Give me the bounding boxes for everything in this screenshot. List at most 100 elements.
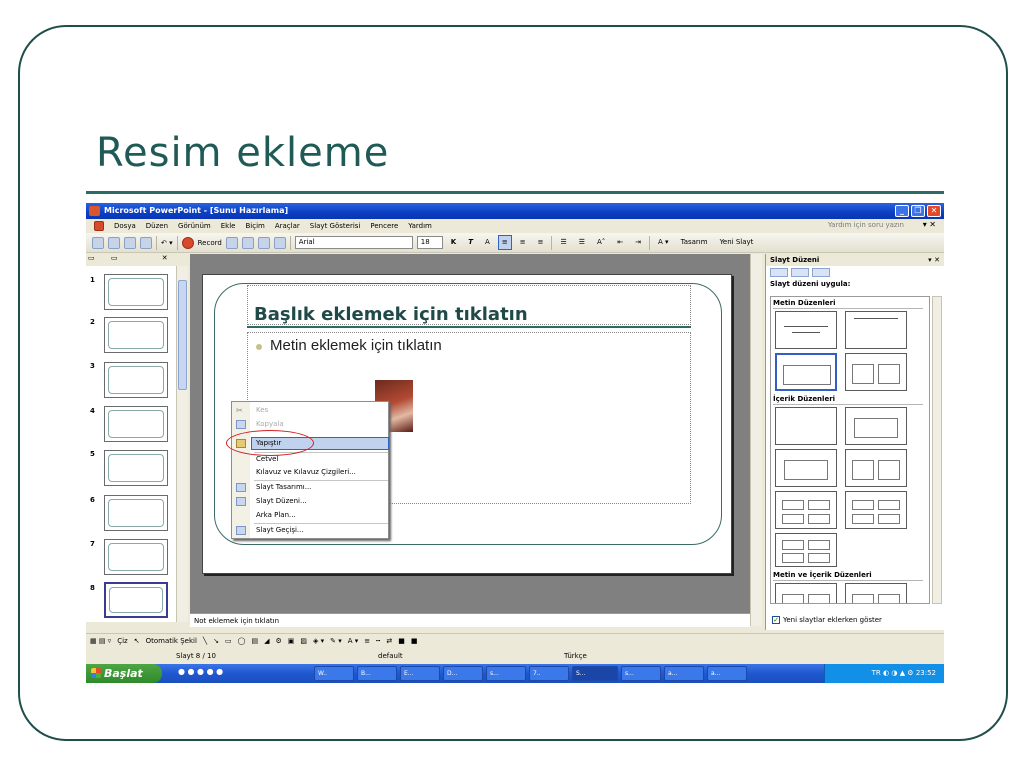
menu-ekle[interactable]: Ekle bbox=[221, 222, 236, 230]
editor-scrollbar[interactable] bbox=[750, 254, 762, 626]
diagram-icon[interactable]: ⚙ bbox=[275, 637, 281, 645]
slide-thumbnail-selected[interactable] bbox=[104, 582, 168, 618]
copy-icon[interactable] bbox=[124, 236, 136, 249]
notes-pane[interactable]: Not eklemek için tıklatın bbox=[190, 613, 750, 627]
taskbar-button[interactable]: a... bbox=[664, 666, 704, 681]
arrow-style-icon[interactable]: ⇄ bbox=[386, 637, 392, 645]
taskbar-button[interactable]: W.. bbox=[314, 666, 354, 681]
panel-close-icon[interactable]: ✕ bbox=[162, 254, 168, 262]
forward-icon[interactable] bbox=[791, 268, 809, 277]
taskbar-button[interactable]: B... bbox=[357, 666, 397, 681]
rectangle-icon[interactable]: ▭ bbox=[225, 637, 232, 645]
layout-content-grid[interactable] bbox=[775, 533, 837, 567]
picture-icon[interactable]: ▨ bbox=[300, 637, 307, 645]
layout-two-column-text[interactable] bbox=[845, 353, 907, 391]
3d-style-icon[interactable]: ■ bbox=[411, 637, 418, 645]
show-on-insert-option[interactable]: ✓ Yeni slaytlar eklerken göster bbox=[772, 616, 882, 624]
menu-gorunum[interactable]: Görünüm bbox=[178, 222, 211, 230]
line-style-icon[interactable]: ≡ bbox=[364, 637, 370, 645]
document-close-icon[interactable]: ▾ ✕ bbox=[923, 220, 936, 229]
taskbar-button-active[interactable]: S... bbox=[572, 666, 618, 681]
taskbar-button[interactable]: E... bbox=[400, 666, 440, 681]
font-select[interactable]: Arial bbox=[294, 236, 413, 249]
autoshapes-menu[interactable]: Otomatik Şekil bbox=[146, 637, 197, 645]
home-icon[interactable] bbox=[812, 268, 830, 277]
slide-thumbnail[interactable] bbox=[104, 362, 168, 398]
title-placeholder[interactable]: Başlık eklemek için tıklatın bbox=[247, 285, 691, 325]
layout-content[interactable] bbox=[845, 407, 907, 445]
menu-item-slide-transition[interactable]: Slayt Geçişi... bbox=[256, 525, 304, 536]
select-objects-icon[interactable]: ↖ bbox=[134, 637, 140, 645]
design-button[interactable]: Tasarım bbox=[677, 235, 712, 250]
quick-launch-icons[interactable]: ● ● ● ● ● bbox=[178, 667, 223, 676]
menu-item-slide-layout[interactable]: Slayt Düzeni... bbox=[256, 496, 307, 507]
slide-thumbnail[interactable] bbox=[104, 450, 168, 486]
restore-button[interactable]: ❐ bbox=[911, 205, 925, 217]
font-color-icon[interactable]: A ▾ bbox=[654, 235, 673, 250]
paste-icon[interactable] bbox=[140, 236, 152, 249]
align-right-icon[interactable]: ≡ bbox=[534, 235, 548, 250]
layout-four-content[interactable] bbox=[775, 491, 837, 529]
layout-text-content[interactable] bbox=[775, 583, 837, 603]
shadow-style-icon[interactable]: ■ bbox=[398, 637, 405, 645]
tab-slides[interactable]: ▭ bbox=[111, 254, 118, 262]
insert-table-icon[interactable] bbox=[241, 236, 254, 249]
grid-icon[interactable] bbox=[257, 236, 270, 249]
line-color-icon[interactable]: ✎ ▾ bbox=[330, 637, 342, 645]
thumbnails-scrollbar[interactable] bbox=[176, 266, 188, 622]
menu-araclar[interactable]: Araçlar bbox=[275, 222, 300, 230]
indent-decrease-icon[interactable]: ⇤ bbox=[613, 235, 627, 250]
dash-style-icon[interactable]: ┅ bbox=[376, 637, 380, 645]
arrow-icon[interactable]: ↘ bbox=[213, 637, 219, 645]
slide-thumbnail[interactable] bbox=[104, 495, 168, 531]
textbox-icon[interactable]: ▤ bbox=[251, 637, 258, 645]
menu-slayt-gosterisi[interactable]: Slayt Gösterisi bbox=[310, 222, 361, 230]
line-icon[interactable]: ╲ bbox=[203, 637, 207, 645]
slide-thumbnail[interactable] bbox=[104, 317, 168, 353]
taskbar-button[interactable]: a... bbox=[707, 666, 747, 681]
oval-icon[interactable]: ◯ bbox=[238, 637, 246, 645]
bold-button[interactable]: K bbox=[447, 235, 460, 250]
clipart-icon[interactable]: ▣ bbox=[288, 637, 295, 645]
taskbar-button[interactable]: D... bbox=[443, 666, 483, 681]
task-pane-close-icon[interactable]: ▾ ✕ bbox=[928, 254, 940, 266]
slide-thumbnail[interactable] bbox=[104, 406, 168, 442]
numbering-icon[interactable]: ☰ bbox=[556, 235, 570, 250]
menu-item-guides[interactable]: Kılavuz ve Kılavuz Çizgileri... bbox=[256, 467, 356, 478]
font-size-select[interactable]: 18 bbox=[416, 236, 443, 249]
menu-item-copy[interactable]: Kopyala bbox=[256, 419, 284, 430]
menu-pencere[interactable]: Pencere bbox=[370, 222, 398, 230]
start-button[interactable]: Başlat bbox=[86, 664, 162, 683]
menu-bicim[interactable]: Biçim bbox=[245, 222, 264, 230]
menu-dosya[interactable]: Dosya bbox=[114, 222, 136, 230]
slide-thumbnail[interactable] bbox=[104, 539, 168, 575]
help-search-box[interactable]: Yardım için soru yazın bbox=[828, 221, 904, 229]
scrollbar-thumb[interactable] bbox=[178, 280, 187, 390]
record-button[interactable]: Record bbox=[198, 239, 222, 247]
slide-thumbnail[interactable] bbox=[104, 274, 168, 310]
menu-yardim[interactable]: Yardım bbox=[408, 222, 432, 230]
language-indicator[interactable]: TR bbox=[872, 669, 881, 677]
font-grow-icon[interactable]: A˄ bbox=[593, 235, 609, 250]
menu-item-cut[interactable]: Kes bbox=[256, 405, 268, 416]
fill-color-icon[interactable]: ◈ ▾ bbox=[313, 637, 324, 645]
new-icon[interactable] bbox=[92, 236, 104, 249]
help-icon[interactable] bbox=[273, 236, 286, 249]
minimize-button[interactable]: _ bbox=[895, 205, 909, 217]
undo-icon[interactable]: ↶ ▾ bbox=[161, 239, 173, 247]
menu-item-slide-design[interactable]: Slayt Tasarımı... bbox=[256, 482, 311, 493]
layout-title-content[interactable] bbox=[775, 449, 837, 487]
taskbar-button[interactable]: s... bbox=[486, 666, 526, 681]
italic-button[interactable]: T bbox=[464, 235, 477, 250]
save-icon[interactable] bbox=[108, 236, 120, 249]
show-on-insert-checkbox[interactable]: ✓ bbox=[772, 616, 780, 624]
layout-title-slide[interactable] bbox=[775, 311, 837, 349]
menu-duzen[interactable]: Düzen bbox=[146, 222, 168, 230]
back-icon[interactable] bbox=[770, 268, 788, 277]
indent-increase-icon[interactable]: ⇥ bbox=[631, 235, 645, 250]
bullets-icon[interactable]: ☰ bbox=[575, 235, 589, 250]
task-pane-scrollbar[interactable] bbox=[932, 296, 942, 604]
layout-four-content-alt[interactable] bbox=[845, 491, 907, 529]
font-color-icon[interactable]: A ▾ bbox=[348, 637, 359, 645]
layout-blank[interactable] bbox=[775, 407, 837, 445]
